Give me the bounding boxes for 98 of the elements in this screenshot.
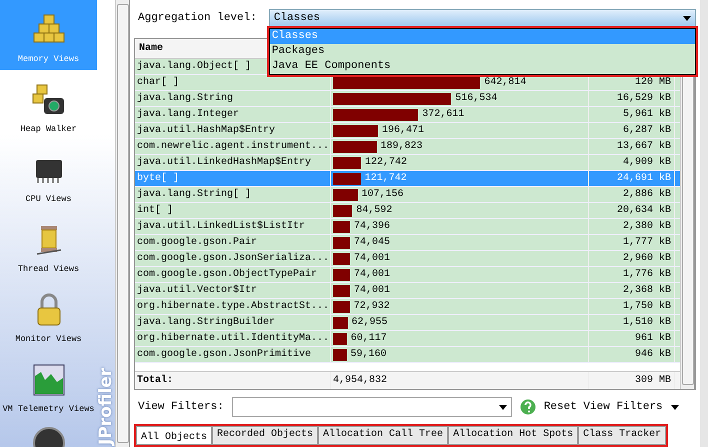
table-row[interactable]: java.util.LinkedHashMap$Entry 122,742 4,909 kB bbox=[135, 155, 680, 171]
table-cell: 642,814 bbox=[484, 77, 526, 88]
table-cell: 13,667 kB bbox=[589, 139, 675, 154]
tab[interactable]: Allocation Call Tree bbox=[318, 426, 448, 445]
table-cell: com.newrelic.agent.instrument... bbox=[135, 139, 331, 154]
table-row[interactable]: java.lang.Integer 372,611 5,961 kB bbox=[135, 107, 680, 123]
table-cell: 24,691 kB bbox=[589, 171, 675, 186]
table-cell: 946 kB bbox=[589, 347, 675, 362]
tab[interactable]: All Objects bbox=[136, 426, 212, 445]
table-cell: 4,909 kB bbox=[589, 155, 675, 170]
aggregation-label: Aggregation level: bbox=[138, 12, 257, 24]
help-icon bbox=[520, 399, 536, 415]
sidebar-item[interactable]: CPU Views bbox=[0, 140, 97, 210]
caret-icon[interactable] bbox=[670, 404, 679, 410]
dropdown-option[interactable]: Packages bbox=[270, 44, 695, 59]
table-cell: java.lang.String[ ] bbox=[135, 187, 331, 202]
table-cell: 372,611 bbox=[422, 109, 464, 120]
table-cell: java.util.Vector$Itr bbox=[135, 283, 331, 298]
table-cell: com.google.gson.Pair bbox=[135, 235, 331, 250]
table-cell: 120 MB bbox=[589, 75, 675, 90]
table-cell: 5,961 kB bbox=[589, 107, 675, 122]
dropdown-option[interactable]: Java EE Components bbox=[270, 59, 695, 74]
scrollbar[interactable] bbox=[115, 0, 130, 447]
table-row[interactable]: java.lang.String[ ] 107,156 2,886 kB bbox=[135, 187, 680, 203]
table-cell: 62,955 bbox=[352, 317, 388, 328]
table-cell: org.hibernate.type.AbstractSt... bbox=[135, 299, 331, 314]
table-cell: java.util.LinkedList$ListItr bbox=[135, 219, 331, 234]
total-label: Total: bbox=[135, 372, 331, 389]
table-row[interactable]: com.google.gson.JsonPrimitive 59,160 946 kB bbox=[135, 347, 680, 363]
table-cell: 20,634 kB bbox=[589, 203, 675, 218]
table-cell: org.hibernate.util.IdentityMa... bbox=[135, 331, 331, 346]
table-cell: 122,742 bbox=[365, 157, 408, 168]
sidebar-item[interactable]: Thread Views bbox=[0, 210, 97, 280]
table-cell: 516,534 bbox=[455, 93, 498, 104]
table-row[interactable]: java.lang.StringBuilder 62,955 1,510 kB bbox=[135, 315, 680, 331]
view-filters-field[interactable] bbox=[232, 397, 512, 417]
table-row[interactable]: java.util.HashMap$Entry 196,471 6,287 kB bbox=[135, 123, 680, 139]
table-cell: 2,380 kB bbox=[589, 219, 675, 234]
table-cell: 107,156 bbox=[362, 189, 404, 200]
sidebar-item[interactable]: Heap Walker bbox=[0, 70, 97, 140]
table-row[interactable]: java.lang.String 516,534 16,529 kB bbox=[135, 91, 680, 107]
table-row[interactable]: com.google.gson.JsonSerializa... 74,001 2,960 kB bbox=[135, 251, 680, 267]
table-row[interactable]: int[ ] 84,592 20,634 kB bbox=[135, 203, 680, 219]
table-row[interactable]: com.newrelic.agent.instrument... 189,823 13,667 kB bbox=[135, 139, 680, 155]
total-count: 4,954,832 bbox=[331, 372, 589, 389]
table-cell: java.lang.String bbox=[135, 91, 331, 106]
reset-filters-link[interactable]: Reset View Filters bbox=[544, 401, 663, 413]
table-cell: char[ ] bbox=[135, 75, 331, 90]
table-row[interactable]: com.google.gson.ObjectTypePair 74,001 1,776 kB bbox=[135, 267, 680, 283]
table-cell: 1,510 kB bbox=[589, 315, 675, 330]
table-row[interactable]: char[ ] 642,814 120 MB bbox=[135, 75, 680, 91]
total-size: 309 MB bbox=[589, 372, 675, 389]
table-cell: int[ ] bbox=[135, 203, 331, 218]
table-cell: 72,932 bbox=[354, 301, 390, 312]
table-cell: 196,471 bbox=[382, 125, 424, 136]
product-logo: JProfiler bbox=[97, 368, 115, 445]
table-cell: java.lang.Integer bbox=[135, 107, 331, 122]
tab[interactable]: Recorded Objects bbox=[212, 426, 318, 445]
filters-label: View Filters: bbox=[138, 401, 224, 413]
table-row[interactable]: java.util.Vector$Itr 74,001 2,368 kB bbox=[135, 283, 680, 299]
table-cell: com.google.gson.ObjectTypePair bbox=[135, 267, 331, 282]
table-cell: 84,592 bbox=[356, 205, 392, 216]
table-cell: 1,776 kB bbox=[589, 267, 675, 282]
aggregation-dropdown[interactable]: Classes bbox=[268, 9, 696, 27]
tab[interactable]: Class Tracker bbox=[578, 426, 666, 445]
table-cell: 2,960 kB bbox=[589, 251, 675, 266]
area-chart-icon bbox=[30, 362, 66, 398]
tab[interactable]: Allocation Hot Spots bbox=[448, 426, 578, 445]
sidebar-item[interactable]: VM Telemetry Views bbox=[0, 350, 97, 420]
table-cell: 74,001 bbox=[354, 253, 390, 264]
caret-icon bbox=[683, 16, 691, 20]
table-cell: 74,045 bbox=[354, 237, 390, 248]
table-cell: 1,777 kB bbox=[589, 235, 675, 250]
table-cell: 1,750 kB bbox=[589, 299, 675, 314]
table-row[interactable]: org.hibernate.util.IdentityMa... 60,117 961 kB bbox=[135, 331, 680, 347]
table-cell: 189,823 bbox=[380, 141, 423, 152]
table-cell: 6,287 kB bbox=[589, 123, 675, 138]
table-cell: 74,001 bbox=[354, 285, 390, 296]
table-row[interactable]: java.util.LinkedList$ListItr 74,396 2,380 kB bbox=[135, 219, 680, 235]
table-cell: 60,117 bbox=[350, 333, 387, 344]
caret-icon bbox=[498, 404, 507, 410]
table-cell: 2,368 kB bbox=[589, 283, 675, 298]
sidebar-item[interactable]: Monitor Views bbox=[0, 280, 97, 350]
table-cell: 16,529 kB bbox=[589, 91, 675, 106]
table-cell: com.google.gson.JsonSerializa... bbox=[135, 251, 331, 266]
table-cell: 961 kB bbox=[589, 331, 675, 346]
table-cell: byte[ ] bbox=[135, 171, 331, 186]
table-cell: java.util.LinkedHashMap$Entry bbox=[135, 155, 331, 170]
table-cell: com.google.gson.JsonPrimitive bbox=[135, 347, 331, 362]
table-cell: java.lang.StringBuilder bbox=[135, 315, 331, 330]
table-row[interactable]: org.hibernate.type.AbstractSt... 72,932 1,750 kB bbox=[135, 299, 680, 315]
table-row[interactable]: com.google.gson.Pair 74,045 1,777 kB bbox=[135, 235, 680, 251]
table-cell: 2,886 kB bbox=[589, 187, 675, 202]
table-cell: java.util.HashMap$Entry bbox=[135, 123, 331, 138]
table-cell: 59,160 bbox=[350, 349, 387, 360]
table-cell: 74,396 bbox=[354, 221, 390, 232]
table-cell: 121,742 bbox=[364, 173, 407, 184]
table-cell: 74,001 bbox=[354, 269, 390, 280]
